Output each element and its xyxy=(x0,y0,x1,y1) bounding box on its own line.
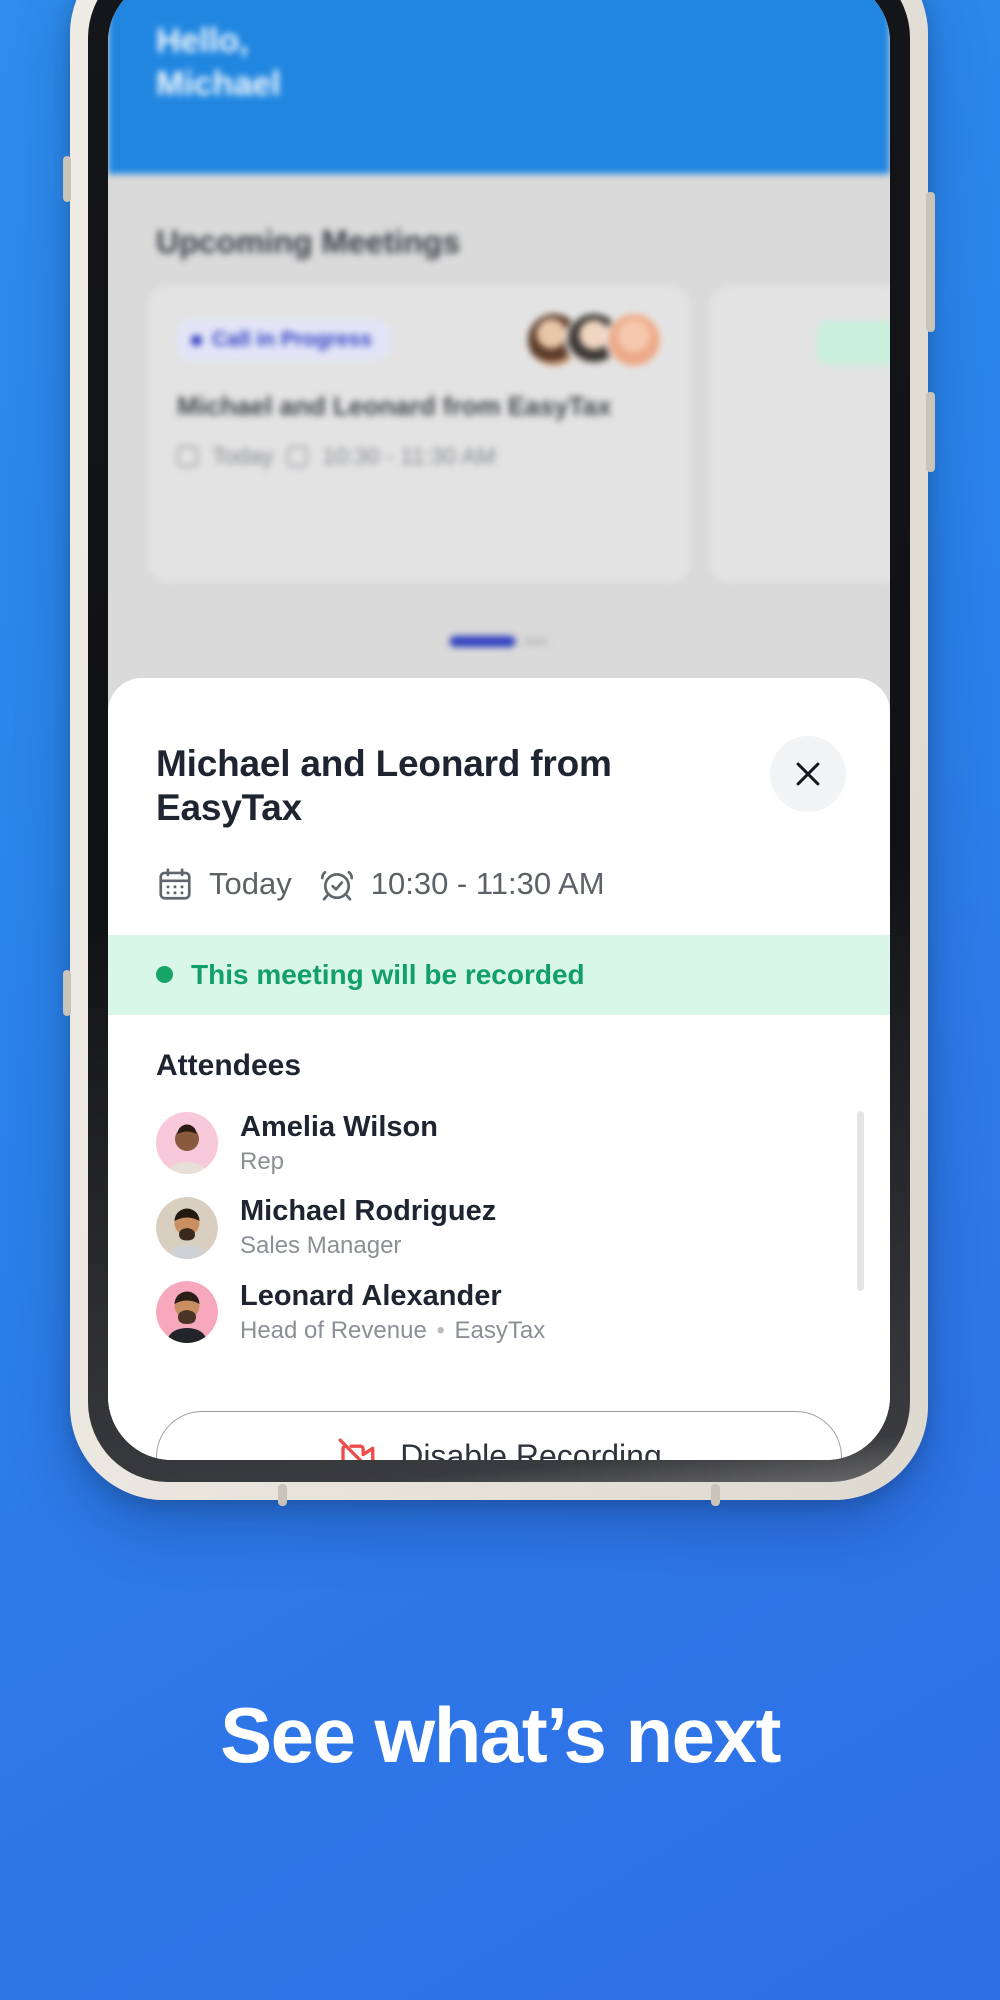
greeting-line-1: Hello, xyxy=(156,22,249,60)
sheet-title: Michael and Leonard from EasyTax xyxy=(156,743,612,829)
volume-up-button[interactable] xyxy=(63,156,71,202)
meeting-card-title: Michael and Leonard from EasyTax xyxy=(177,391,612,421)
close-button[interactable] xyxy=(770,736,846,812)
meeting-details-bottom-sheet: Michael and Leonard from EasyTax Today 1… xyxy=(108,678,890,1460)
attendee-name: Amelia Wilson xyxy=(240,1110,438,1143)
greeting: Hello, Michael xyxy=(156,20,281,105)
status-badge-recorded xyxy=(817,321,890,365)
avatar-photo xyxy=(156,1281,218,1344)
avatar-photo xyxy=(156,1196,218,1259)
attendee-company: EasyTax xyxy=(454,1316,546,1344)
sheet-header: Michael and Leonard from EasyTax xyxy=(108,678,890,831)
attendee-info: Amelia Wilson Rep xyxy=(240,1110,438,1177)
attendee-avatar-group xyxy=(525,311,663,369)
meeting-time-label: 10:30 - 11:30 AM xyxy=(370,865,605,901)
side-button[interactable] xyxy=(926,392,935,472)
avatar-photo xyxy=(156,1112,218,1175)
meeting-card[interactable]: Call in Progress Michael and Leonard fro… xyxy=(146,284,692,584)
meeting-time: 10:30 - 11:30 AM xyxy=(318,865,605,903)
avatar xyxy=(156,1281,218,1344)
greeting-line-2: Michael xyxy=(156,64,281,103)
disable-recording-button[interactable]: Disable Recording xyxy=(156,1410,842,1460)
attendees-section: Attendees Amelia Wilson Rep Michael Rodr… xyxy=(108,1015,890,1355)
status-badge-label: Call in Progress xyxy=(212,328,372,351)
calendar-icon xyxy=(177,446,198,467)
attendee-name: Michael Rodriguez xyxy=(240,1195,497,1228)
recording-dot-icon xyxy=(156,966,173,984)
status-dot-icon xyxy=(191,334,202,346)
attendee-name: Leonard Alexander xyxy=(240,1279,502,1312)
meeting-day: Today xyxy=(156,865,292,903)
meeting-card-meta: Today 10:30 - 11:30 AM xyxy=(177,443,496,470)
attendee-role: Sales Manager xyxy=(240,1232,402,1260)
clock-icon xyxy=(287,446,309,467)
list-item[interactable]: Michael Rodriguez Sales Manager xyxy=(156,1185,842,1270)
bottom-notch-right xyxy=(711,1484,720,1506)
section-title-upcoming-meetings: Upcoming Meetings xyxy=(156,224,461,260)
sheet-meta: Today 10:30 - 11:30 AM xyxy=(108,831,890,935)
status-badge: Call in Progress xyxy=(177,319,390,361)
bottom-notch-left xyxy=(278,1484,287,1506)
pager-dot-active[interactable] xyxy=(449,636,516,647)
pager-dot[interactable] xyxy=(522,637,549,646)
phone-screen: Hello, Michael Upcoming Meetings Call in… xyxy=(108,0,890,1460)
power-button[interactable] xyxy=(926,192,935,332)
volume-down-button[interactable] xyxy=(63,970,71,1016)
recording-banner: This meeting will be recorded xyxy=(108,934,890,1015)
attendee-role: Head of Revenue • EasyTax xyxy=(240,1317,545,1346)
attendee-info: Leonard Alexander Head of Revenue • Easy… xyxy=(240,1279,545,1346)
meeting-day-label: Today xyxy=(209,865,292,901)
attendee-info: Michael Rodriguez Sales Manager xyxy=(240,1194,496,1261)
attendee-role: Rep xyxy=(240,1147,285,1175)
attendee-role-label: Head of Revenue xyxy=(240,1316,427,1344)
disable-recording-label: Disable Recording xyxy=(400,1438,662,1460)
avatar xyxy=(605,311,663,369)
app-header: Hello, Michael xyxy=(108,0,890,174)
attendees-scrollbar[interactable] xyxy=(857,1110,864,1291)
recording-banner-label: This meeting will be recorded xyxy=(191,958,585,990)
list-item[interactable]: Leonard Alexander Head of Revenue • Easy… xyxy=(156,1270,842,1355)
meeting-card-day: Today xyxy=(212,443,274,469)
phone-mockup: Hello, Michael Upcoming Meetings Call in… xyxy=(63,0,935,1506)
avatar xyxy=(156,1112,218,1175)
calendar-icon xyxy=(159,868,191,900)
marketing-caption: See what’s next xyxy=(220,1691,781,1779)
carousel-pager[interactable] xyxy=(449,636,549,647)
attendees-heading: Attendees xyxy=(156,1048,302,1082)
list-item[interactable]: Amelia Wilson Rep xyxy=(156,1101,842,1186)
alarm-clock-icon xyxy=(320,870,353,901)
role-separator: • xyxy=(429,1316,452,1344)
video-off-icon xyxy=(338,1438,375,1460)
close-icon xyxy=(796,762,820,786)
meeting-card-next[interactable] xyxy=(708,284,890,584)
sheet-footer: Disable Recording xyxy=(108,1355,890,1460)
meeting-card-time: 10:30 - 11:30 AM xyxy=(322,443,496,469)
avatar xyxy=(156,1196,218,1259)
